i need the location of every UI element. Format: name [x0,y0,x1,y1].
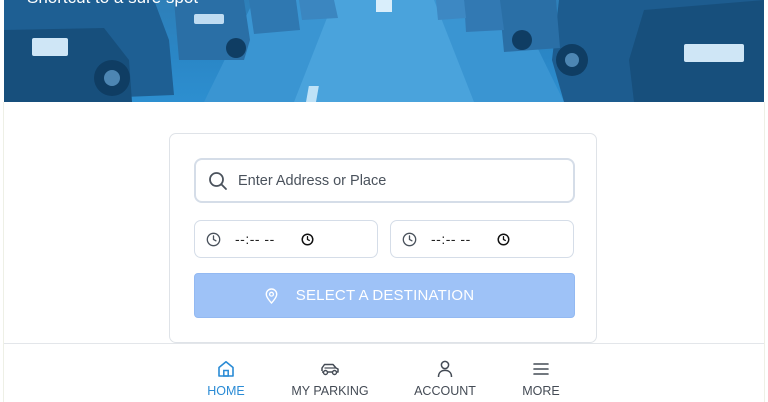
nav-label-more: MORE [522,384,560,398]
search-field[interactable] [194,158,575,203]
nav-item-account[interactable]: ACCOUNT [412,344,478,402]
map-pin-icon [265,287,279,304]
clock-icon [401,231,417,247]
time-picker-icon[interactable] [497,232,511,246]
select-destination-button[interactable]: SELECT A DESTINATION [194,273,575,318]
hero-street-image [4,0,764,102]
hero-tagline: Shortcut to a sure spot [27,0,198,8]
search-card: --:-- -- --:-- -- [169,133,597,343]
end-time-value[interactable]: --:-- -- [431,231,471,247]
end-time-field[interactable]: --:-- -- [390,220,574,258]
nav-label-account: ACCOUNT [414,384,476,398]
nav-item-more[interactable]: MORE [518,344,564,402]
search-icon [207,170,229,192]
time-picker-icon[interactable] [301,232,315,246]
clock-icon [205,231,221,247]
select-destination-label: SELECT A DESTINATION [295,287,475,304]
home-icon [217,360,235,378]
menu-icon [532,360,550,378]
car-icon [320,360,340,378]
user-icon [437,360,453,378]
nav-label-my-parking: MY PARKING [291,384,369,398]
bottom-nav: HOME MY PARKING ACCOUNT MORE [4,343,764,402]
nav-label-home: HOME [207,384,245,398]
start-time-value[interactable]: --:-- -- [235,231,275,247]
search-input[interactable] [238,172,558,189]
app-page: Shortcut to a sure spot --:-- -- [0,0,768,402]
start-time-field[interactable]: --:-- -- [194,220,378,258]
hero-banner: Shortcut to a sure spot [4,0,764,102]
nav-item-my-parking[interactable]: MY PARKING [290,344,370,402]
nav-item-home[interactable]: HOME [200,344,252,402]
right-divider [764,102,765,402]
